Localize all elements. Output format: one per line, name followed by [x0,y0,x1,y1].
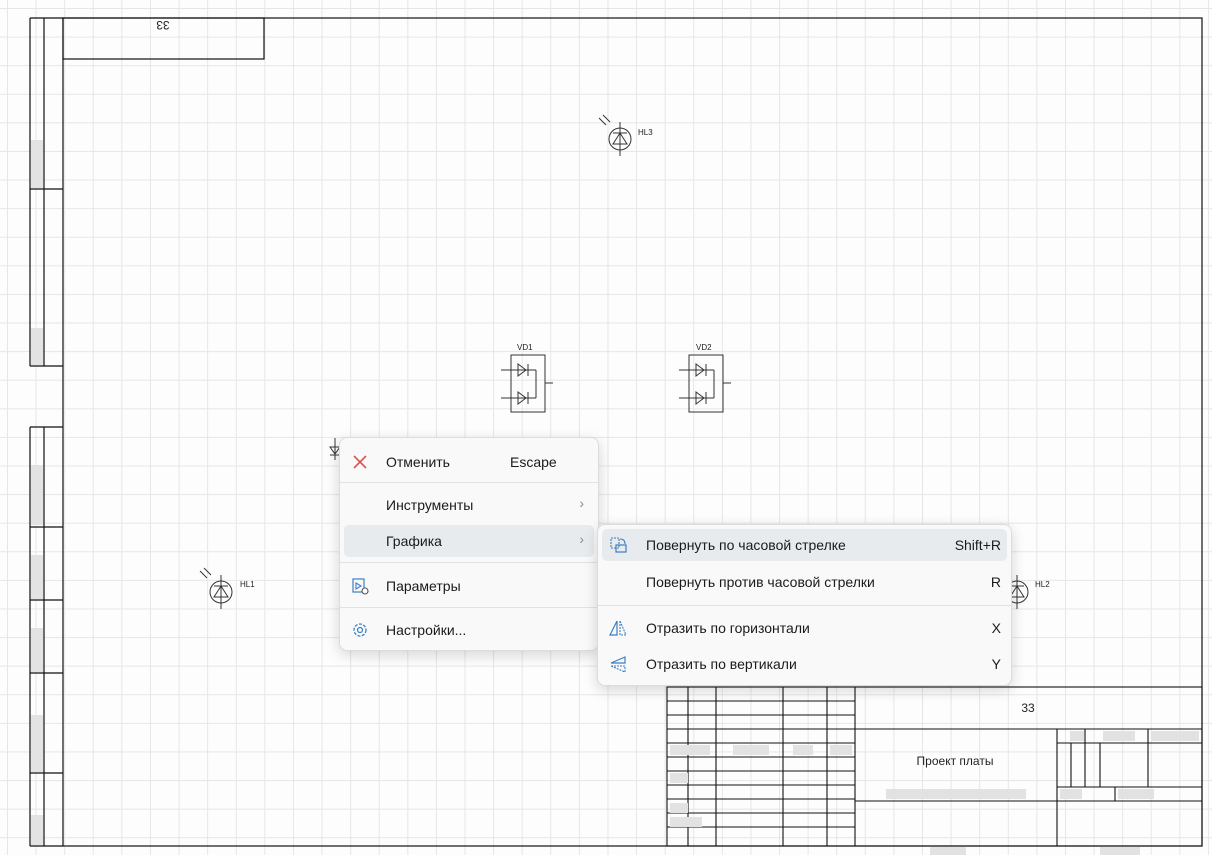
drawing-sheet: 33 HL3 VD1 VD2 HL1 HL2 33 Проект платы [29,17,1203,855]
graphics-submenu: Повернуть по часовой стрелке Shift+R Пов… [597,524,1012,686]
submenu-item-flip-vertical-shortcut: Y [991,656,1001,672]
context-menu: Отменить Escape Инструменты › Графика › … [339,437,599,651]
menu-item-parameters[interactable]: Параметры [344,570,594,602]
ref-hl3: HL3 [638,128,653,137]
flip-vertical-icon [610,656,626,673]
submenu-item-flip-vertical-label: Отразить по вертикали [646,656,797,672]
chevron-right-icon: › [579,495,584,511]
rotate-clockwise-icon [610,537,627,553]
menu-separator [340,562,598,563]
submenu-item-rotate-counterclockwise[interactable]: Повернуть против часовой стрелки R [602,566,1007,598]
rotated-sheet-code: 33 [156,18,170,32]
led-symbol-hl1[interactable] [199,567,233,609]
diode-bridge-vd2[interactable] [679,354,731,413]
menu-item-settings[interactable]: Настройки... [344,614,594,646]
title-block-code: 33 [1021,701,1035,715]
submenu-item-rotate-counterclockwise-shortcut: R [990,574,1001,590]
ref-hl1: HL1 [240,580,255,589]
submenu-item-rotate-clockwise[interactable]: Повернуть по часовой стрелке Shift+R [602,529,1007,561]
submenu-item-rotate-clockwise-shortcut: Shift+R [954,537,1001,553]
menu-item-cancel-label: Отменить [386,454,450,470]
diode-bridge-vd1[interactable] [501,354,553,413]
menu-item-parameters-label: Параметры [386,578,461,594]
submenu-item-flip-horizontal-label: Отразить по горизонтали [646,620,810,636]
title-block-name: Проект платы [917,754,994,768]
menu-separator [340,482,598,483]
menu-separator [340,607,598,608]
submenu-item-flip-horizontal-shortcut: X [991,620,1001,636]
menu-item-settings-label: Настройки... [386,622,467,638]
gear-icon [353,623,367,637]
submenu-item-rotate-clockwise-label: Повернуть по часовой стрелке [646,537,846,553]
submenu-item-flip-horizontal[interactable]: Отразить по горизонтали X [602,612,1007,644]
submenu-item-rotate-counterclockwise-label: Повернуть против часовой стрелки [646,574,875,590]
ref-hl2: HL2 [1035,580,1050,589]
menu-item-cancel[interactable]: Отменить Escape [344,446,594,478]
ref-vd2: VD2 [696,343,712,352]
close-icon [353,455,367,469]
submenu-item-flip-vertical[interactable]: Отразить по вертикали Y [602,648,1007,680]
flip-horizontal-icon [609,620,627,636]
led-symbol-hl3[interactable] [598,114,632,156]
menu-item-tools-label: Инструменты [386,497,474,513]
chevron-right-icon: › [579,531,584,547]
ref-vd1: VD1 [517,343,533,352]
menu-item-tools[interactable]: Инструменты › [344,489,594,521]
menu-separator [598,605,1011,606]
menu-item-graphics-label: Графика [386,533,442,549]
drawing-canvas[interactable]: 33 HL3 VD1 VD2 HL1 HL2 33 Проект платы [0,0,1212,855]
menu-item-graphics[interactable]: Графика › [344,525,594,557]
menu-item-cancel-shortcut: Escape [510,454,557,470]
parameters-icon [352,578,369,595]
